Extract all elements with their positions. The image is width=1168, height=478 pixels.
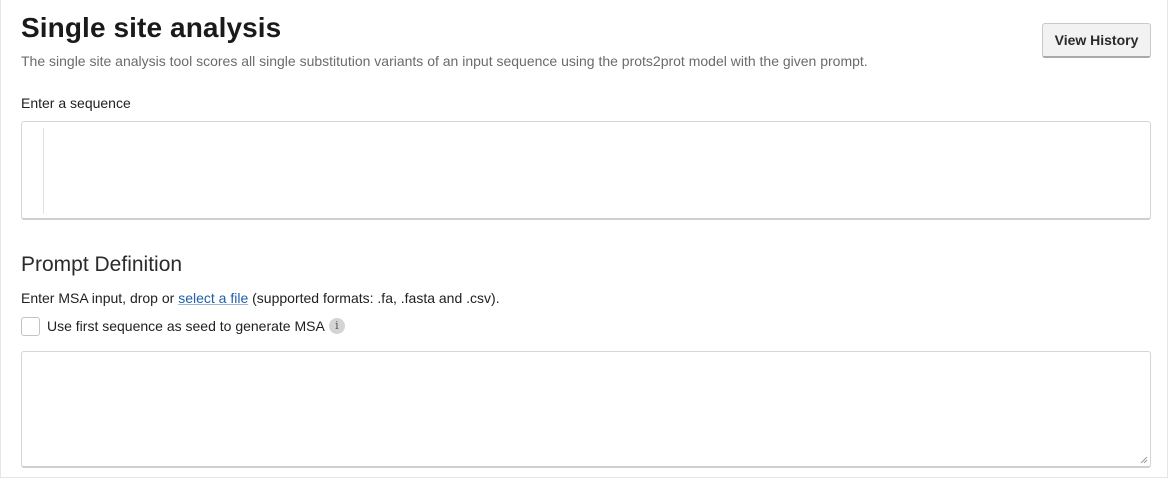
sequence-editor[interactable] [21, 121, 1151, 220]
seed-option-row: Use first sequence as seed to generate M… [21, 316, 345, 336]
page-subtitle: The single site analysis tool scores all… [21, 53, 868, 69]
seed-checkbox-label[interactable]: Use first sequence as seed to generate M… [47, 318, 325, 334]
info-icon[interactable]: i [328, 318, 345, 334]
msa-help-suffix: (supported formats: .fa, .fasta and .csv… [248, 290, 500, 306]
sequence-editor-gutter [43, 128, 44, 214]
select-file-link[interactable]: select a file [178, 290, 248, 306]
view-history-button[interactable]: View History [1042, 23, 1151, 58]
seed-checkbox[interactable] [21, 316, 40, 336]
page-title: Single site analysis [21, 12, 282, 43]
single-site-analysis-page: Single site analysis The single site ana… [0, 0, 1168, 478]
msa-help-text: Enter MSA input, drop or select a file (… [21, 290, 500, 306]
prompt-definition-heading: Prompt Definition [21, 253, 183, 276]
msa-input-textarea[interactable] [21, 351, 1151, 468]
msa-help-prefix: Enter MSA input, drop or [21, 290, 179, 306]
resize-handle-icon[interactable] [1140, 456, 1148, 464]
sequence-label: Enter a sequence [21, 95, 131, 111]
